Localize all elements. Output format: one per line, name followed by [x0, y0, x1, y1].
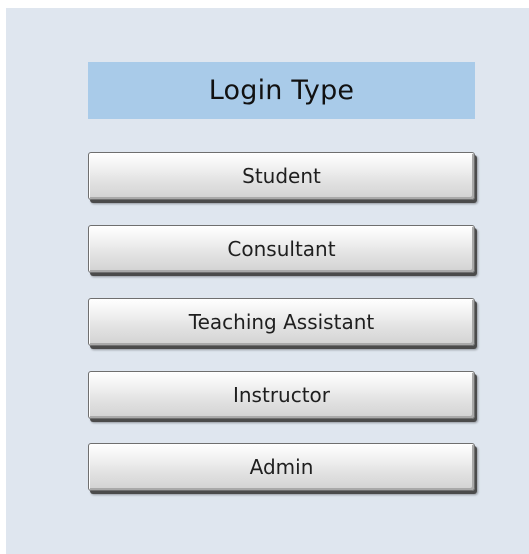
admin-button[interactable]: Admin: [88, 443, 475, 491]
login-type-panel: Login Type Student Consultant Teaching A…: [6, 8, 529, 554]
instructor-button[interactable]: Instructor: [88, 371, 475, 419]
consultant-button[interactable]: Consultant: [88, 225, 475, 273]
student-button[interactable]: Student: [88, 152, 475, 200]
login-type-title: Login Type: [88, 62, 475, 119]
teaching-assistant-button[interactable]: Teaching Assistant: [88, 298, 475, 346]
